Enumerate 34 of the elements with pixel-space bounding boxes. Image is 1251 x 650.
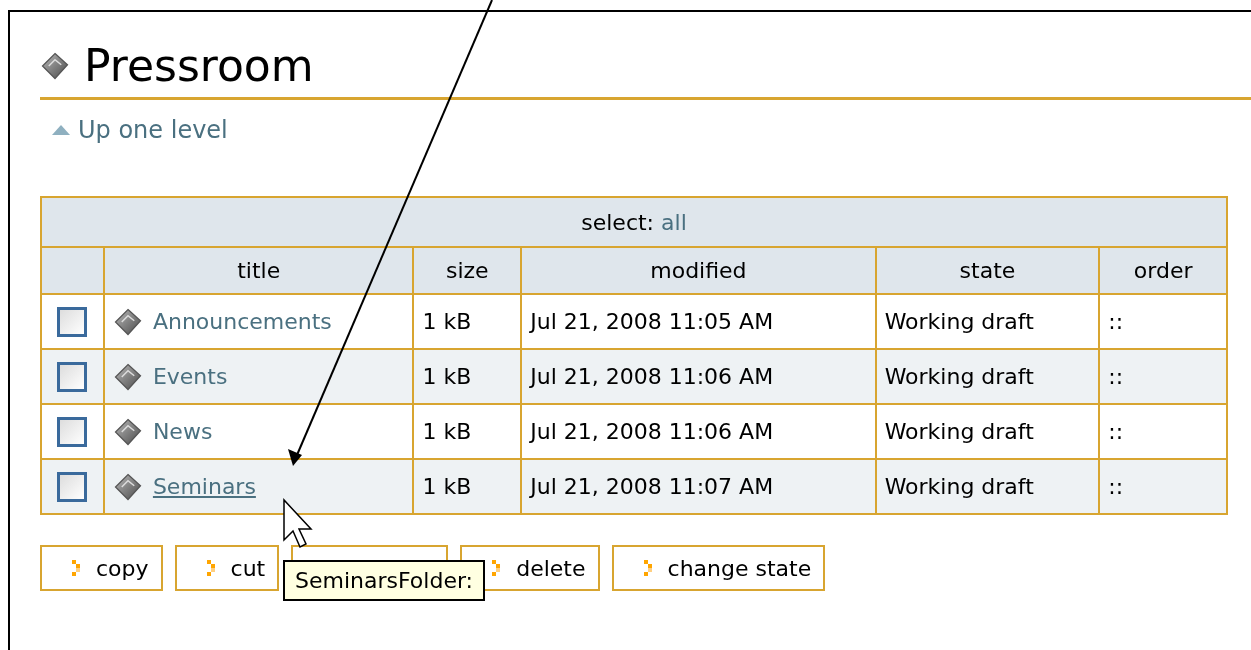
column-header[interactable]: state xyxy=(875,247,1100,294)
action-button[interactable]: cut xyxy=(174,545,280,591)
table-cell: Jul 21, 2008 11:07 AM xyxy=(521,459,876,514)
arrow-icon xyxy=(206,560,217,576)
arrow-icon xyxy=(643,560,654,576)
checkbox[interactable] xyxy=(57,306,88,337)
tooltip: SeminarsFolder: xyxy=(283,560,485,601)
select-label: select: xyxy=(581,209,655,235)
folder-icon xyxy=(112,306,143,337)
arrow-icon xyxy=(492,560,503,576)
table-cell: 1 kB xyxy=(413,459,522,514)
up-one-level-link[interactable]: Up one level xyxy=(52,116,228,144)
folder-icon xyxy=(40,50,70,81)
action-button[interactable]: change state xyxy=(611,545,826,591)
folder-link[interactable]: News xyxy=(152,419,213,444)
select-all-link[interactable]: all xyxy=(661,209,687,235)
action-button[interactable]: copy xyxy=(40,545,163,591)
folder-link[interactable]: Seminars xyxy=(152,474,256,499)
folder-link[interactable]: Events xyxy=(152,364,228,389)
up-arrow-icon xyxy=(52,125,70,135)
table-cell: Working draft xyxy=(875,459,1100,514)
folder-icon xyxy=(112,416,143,447)
column-header[interactable]: title xyxy=(103,247,414,294)
column-header[interactable]: order xyxy=(1099,247,1227,294)
arrow-icon xyxy=(72,560,82,576)
page-title: Pressroom xyxy=(84,40,314,91)
checkbox[interactable] xyxy=(57,361,88,392)
folder-icon xyxy=(112,361,143,392)
column-header[interactable]: size xyxy=(413,247,522,294)
drag-handle[interactable]: :: xyxy=(1099,459,1227,514)
column-header[interactable]: modified xyxy=(521,247,876,294)
checkbox[interactable] xyxy=(57,416,88,447)
checkbox[interactable] xyxy=(57,471,88,502)
folder-icon xyxy=(112,471,143,502)
